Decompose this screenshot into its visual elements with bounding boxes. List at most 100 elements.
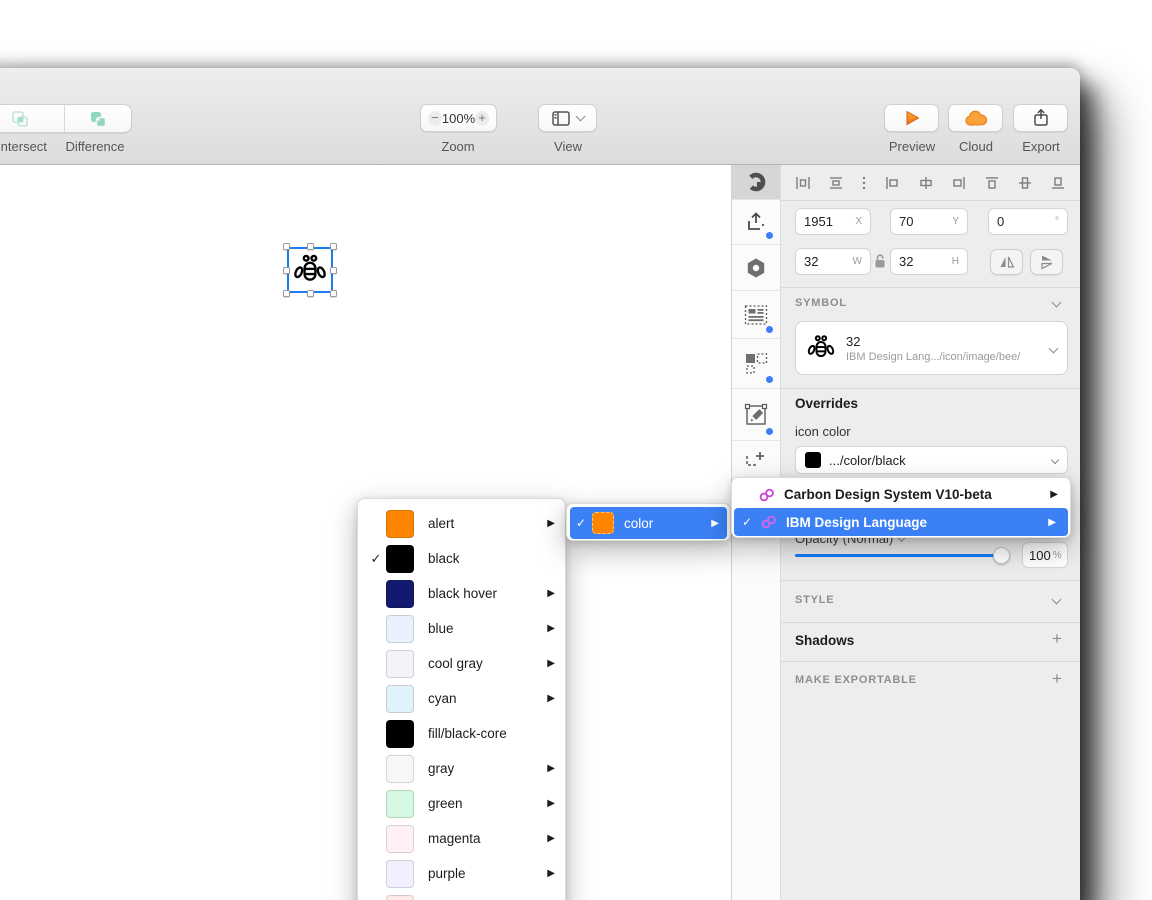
menu-item-black-hover[interactable]: black hover ▶ (358, 576, 565, 611)
distribute-horizontal-icon[interactable] (795, 175, 811, 191)
y-position-field[interactable]: 70 Y (890, 208, 968, 235)
menu-item-color[interactable]: ✓ color ▶ (570, 507, 727, 539)
align-center-horizontal-icon[interactable] (918, 175, 934, 191)
opacity-slider-thumb[interactable] (993, 547, 1010, 564)
rotation-value: 0 (997, 214, 1005, 229)
rotation-field[interactable]: 0 ° (988, 208, 1068, 235)
collapse-chevron-icon[interactable] (1051, 594, 1062, 605)
menu-item-gray[interactable]: gray ▶ (358, 751, 565, 786)
selection-handle[interactable] (330, 243, 337, 250)
preview-play-icon (903, 109, 921, 127)
library-link-icon (760, 515, 778, 529)
notification-badge (766, 326, 773, 333)
menu-item-blue[interactable]: blue ▶ (358, 611, 565, 646)
view-label: View (554, 139, 582, 154)
selection-handle[interactable] (283, 267, 290, 274)
width-field[interactable]: 32 W (795, 248, 871, 275)
intersect-button[interactable] (0, 105, 64, 132)
align-top-icon[interactable] (984, 175, 1000, 191)
current-color-swatch (805, 452, 821, 468)
menu-item-ibm-design-language[interactable]: ✓ IBM Design Language ▶ (734, 508, 1068, 536)
edit-plugin-button[interactable] (732, 389, 780, 441)
menu-item-cyan[interactable]: cyan ▶ (358, 681, 565, 716)
check-icon: ✓ (742, 515, 753, 529)
align-left-icon[interactable] (884, 175, 900, 191)
zoom-in-button[interactable]: + (475, 110, 489, 126)
hexagon-nut-icon (745, 257, 767, 279)
align-right-icon[interactable] (951, 175, 967, 191)
pencil-frame-icon (744, 403, 768, 427)
difference-button[interactable] (64, 105, 131, 132)
distribute-vertical-icon[interactable] (828, 175, 844, 191)
symbol-selector[interactable]: 32 IBM Design Lang.../icon/image/bee/ (795, 321, 1068, 375)
menu-item-carbon-design-system[interactable]: Carbon Design System V10-beta ▶ (732, 481, 1070, 508)
overrides-title: Overrides (795, 396, 859, 411)
more-options-icon[interactable] (861, 175, 867, 191)
export-button[interactable] (1013, 104, 1068, 132)
rotation-unit: ° (1055, 216, 1059, 227)
layout-card-icon (744, 304, 768, 326)
chevron-down-icon (575, 111, 585, 122)
color-swatch (386, 614, 414, 643)
submenu-arrow-icon: ▶ (547, 868, 555, 879)
opacity-slider-track[interactable] (795, 554, 1009, 557)
color-swatch (386, 544, 414, 573)
menu-item-green[interactable]: green ▶ (358, 786, 565, 821)
selection-handle[interactable] (307, 243, 314, 250)
selection-handle[interactable] (330, 267, 337, 274)
y-unit: Y (952, 216, 959, 227)
menu-item-black[interactable]: ✓ black (358, 541, 565, 576)
selection-handle[interactable] (283, 243, 290, 250)
cloud-button[interactable] (948, 104, 1003, 132)
style-section-header: STYLE (795, 594, 835, 606)
x-position-field[interactable]: 1951 X (795, 208, 871, 235)
layout-plugin-button[interactable] (732, 291, 780, 339)
view-button[interactable] (538, 104, 597, 132)
color-swatch (386, 684, 414, 713)
symbol-swap-plugin-button[interactable] (732, 339, 780, 389)
color-swatch (386, 719, 414, 748)
opacity-value-field[interactable]: 100 % (1022, 542, 1068, 568)
menu-item-purple[interactable]: purple ▶ (358, 856, 565, 891)
symbol-source-path: IBM Design Lang.../icon/image/bee/ (846, 350, 1021, 363)
selection-handle[interactable] (307, 290, 314, 297)
insert-plugin-button[interactable] (732, 441, 780, 477)
icon-color-dropdown[interactable]: .../color/black (795, 446, 1068, 474)
color-swatch (386, 579, 414, 608)
add-shadow-button[interactable]: + (1052, 629, 1062, 649)
menu-item-red[interactable] (358, 891, 565, 900)
align-middle-vertical-icon[interactable] (1017, 175, 1033, 191)
cloud-label: Cloud (959, 139, 993, 154)
upload-icon (745, 211, 767, 233)
selected-symbol-bee[interactable] (283, 243, 337, 297)
menu-item-magenta[interactable]: magenta ▶ (358, 821, 565, 856)
difference-icon (88, 109, 108, 129)
flip-vertical-button[interactable] (1030, 249, 1063, 275)
height-field[interactable]: 32 H (890, 248, 968, 275)
icon-color-label: icon color (795, 424, 851, 439)
submenu-arrow-icon: ▶ (1050, 489, 1058, 500)
menu-item-fill-black-core[interactable]: fill/black-core (358, 716, 565, 751)
hexagon-plugin-button[interactable] (732, 245, 780, 291)
carbon-plugin-button[interactable] (732, 165, 780, 200)
make-exportable-button[interactable]: + (1052, 669, 1062, 689)
cloud-icon (964, 110, 988, 127)
chevron-down-icon (1048, 343, 1059, 353)
zoom-out-button[interactable]: − (428, 110, 442, 126)
submenu-arrow-icon: ▶ (547, 693, 555, 704)
library-menu: Carbon Design System V10-beta ▶ ✓ IBM De… (731, 477, 1071, 538)
selection-handle[interactable] (330, 290, 337, 297)
menu-item-cool-gray[interactable]: cool gray ▶ (358, 646, 565, 681)
align-bottom-icon[interactable] (1050, 175, 1066, 191)
lock-ratio-icon[interactable] (874, 253, 886, 269)
y-value: 70 (899, 214, 914, 229)
menu-item-alert[interactable]: alert ▶ (358, 506, 565, 541)
upload-plugin-button[interactable] (732, 200, 780, 245)
collapse-chevron-icon[interactable] (1051, 297, 1062, 308)
flip-horizontal-button[interactable] (990, 249, 1023, 275)
submenu-arrow-icon: ▶ (547, 588, 555, 599)
notification-badge (766, 232, 773, 239)
selection-handle[interactable] (283, 290, 290, 297)
preview-button[interactable] (884, 104, 939, 132)
symbol-section-header: SYMBOL (795, 297, 847, 309)
